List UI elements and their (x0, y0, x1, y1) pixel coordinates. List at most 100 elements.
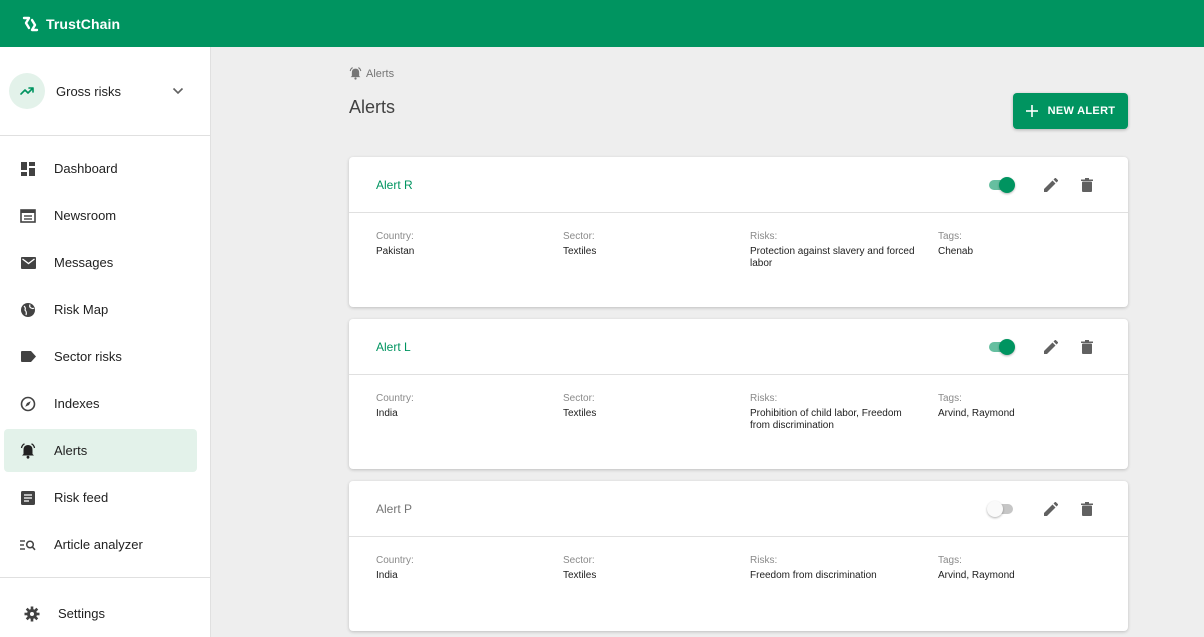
sidebar-item-label: Risk feed (54, 490, 109, 505)
app-logo[interactable]: TrustChain (22, 16, 120, 32)
breadcrumb-item[interactable]: Alerts (366, 68, 394, 80)
risks-field: Risks: Prohibition of child labor, Freed… (750, 393, 920, 432)
alert-details: Country: Pakistan Sector: Textiles Risks… (349, 213, 1128, 306)
country-field: Country: Pakistan (376, 231, 546, 258)
tags-label: Tags: (938, 555, 962, 566)
alert-card: Alert L Country: India Sector: Textiles (349, 319, 1128, 469)
plus-icon (1025, 105, 1038, 117)
alert-actions (988, 334, 1100, 360)
label-icon (19, 348, 37, 366)
sidebar-item-risk-map[interactable]: Risk Map (4, 288, 197, 331)
sidebar-item-label: Dashboard (54, 161, 118, 176)
alert-name[interactable]: Alert R (376, 178, 413, 192)
sidebar-item-sector-risks[interactable]: Sector risks (4, 335, 197, 378)
article-icon (19, 489, 37, 507)
sidebar-item-label: Risk Map (54, 302, 109, 317)
country-field: Country: India (376, 555, 546, 582)
risks-label: Risks: (750, 393, 778, 404)
sector-label: Sector: (563, 555, 595, 566)
top-app-bar: TrustChain (0, 0, 1204, 47)
delete-icon[interactable] (1074, 172, 1100, 198)
country-value: India (376, 570, 398, 581)
tags-label: Tags: (938, 393, 962, 404)
mail-icon (19, 254, 37, 272)
trending-icon (9, 73, 45, 109)
sidebar-item-label: Indexes (54, 396, 100, 411)
sidebar: Gross risks Dashboard Newsroom Messages (0, 47, 211, 637)
delete-icon[interactable] (1074, 334, 1100, 360)
sidebar-item-risk-feed[interactable]: Risk feed (4, 476, 197, 519)
alert-enabled-toggle[interactable] (987, 496, 1014, 522)
risks-field: Risks: Freedom from discrimination (750, 555, 920, 582)
tags-value: Arvind, Raymond (938, 408, 1015, 419)
trustchain-logo-icon (22, 16, 39, 31)
sidebar-item-alerts[interactable]: Alerts (4, 429, 197, 472)
risks-value: Protection against slavery and forced la… (750, 246, 915, 269)
new-alert-label: NEW ALERT (1047, 105, 1116, 117)
tags-field: Tags: Chenab (938, 231, 1108, 258)
sector-label: Sector: (563, 393, 595, 404)
newsroom-icon (19, 207, 37, 225)
alarm-icon (19, 442, 37, 460)
alert-card-header: Alert L (349, 319, 1128, 375)
country-label: Country: (376, 393, 414, 404)
page-title: Alerts (349, 97, 396, 117)
sidebar-item-label: Alerts (54, 443, 88, 458)
scope-label: Gross risks (56, 83, 121, 99)
sidebar-item-indexes[interactable]: Indexes (4, 382, 197, 425)
sector-field: Sector: Textiles (563, 393, 733, 420)
scope-selector[interactable]: Gross risks (0, 47, 210, 136)
country-value: Pakistan (376, 246, 415, 257)
sidebar-item-settings[interactable]: Settings (8, 592, 202, 635)
country-label: Country: (376, 231, 414, 242)
sidebar-item-dashboard[interactable]: Dashboard (4, 147, 197, 190)
sector-value: Textiles (563, 408, 597, 419)
risks-label: Risks: (750, 555, 778, 566)
sidebar-item-label: Messages (54, 255, 114, 270)
globe-icon (19, 301, 37, 319)
sidebar-item-newsroom[interactable]: Newsroom (4, 194, 197, 237)
alert-card: Alert R Country: Pakistan Sector: Textil… (349, 157, 1128, 307)
sector-label: Sector: (563, 231, 595, 242)
tags-field: Tags: Arvind, Raymond (938, 393, 1108, 420)
new-alert-button[interactable]: NEW ALERT (1013, 93, 1128, 129)
country-field: Country: India (376, 393, 546, 420)
alert-enabled-toggle[interactable] (988, 172, 1015, 198)
alert-card-header: Alert R (349, 157, 1128, 213)
gear-icon (23, 605, 41, 623)
sidebar-item-article-analyzer[interactable]: Article analyzer (4, 523, 197, 566)
delete-icon[interactable] (1074, 496, 1100, 522)
risks-label: Risks: (750, 231, 778, 242)
sector-value: Textiles (563, 246, 597, 257)
country-value: India (376, 408, 398, 419)
manage-search-icon (19, 536, 37, 554)
alert-details: Country: India Sector: Textiles Risks: F… (349, 537, 1128, 630)
sector-value: Textiles (563, 570, 597, 581)
edit-icon[interactable] (1038, 496, 1064, 522)
alert-card: Alert P Country: India Sector: Textiles (349, 481, 1128, 631)
risks-value: Freedom from discrimination (750, 570, 877, 581)
edit-icon[interactable] (1038, 334, 1064, 360)
sidebar-item-messages[interactable]: Messages (4, 241, 197, 284)
compass-icon (19, 395, 37, 413)
alarm-icon (349, 67, 362, 80)
dashboard-icon (19, 160, 37, 178)
sidebar-item-label: Article analyzer (54, 537, 143, 552)
alert-actions (987, 496, 1100, 522)
alert-name[interactable]: Alert L (376, 340, 411, 354)
sidebar-nav: Dashboard Newsroom Messages Risk Map Sec… (0, 136, 210, 566)
alert-actions (988, 172, 1100, 198)
country-label: Country: (376, 555, 414, 566)
sidebar-item-label: Newsroom (54, 208, 117, 223)
alert-enabled-toggle[interactable] (988, 334, 1015, 360)
sidebar-item-label: Settings (58, 606, 105, 621)
tags-value: Arvind, Raymond (938, 570, 1015, 581)
tags-label: Tags: (938, 231, 962, 242)
edit-icon[interactable] (1038, 172, 1064, 198)
alert-name[interactable]: Alert P (376, 502, 412, 516)
risks-value: Prohibition of child labor, Freedom from… (750, 408, 902, 431)
risks-field: Risks: Protection against slavery and fo… (750, 231, 920, 270)
sector-field: Sector: Textiles (563, 231, 733, 258)
breadcrumb: Alerts (349, 67, 394, 80)
chevron-down-icon[interactable] (172, 87, 184, 95)
